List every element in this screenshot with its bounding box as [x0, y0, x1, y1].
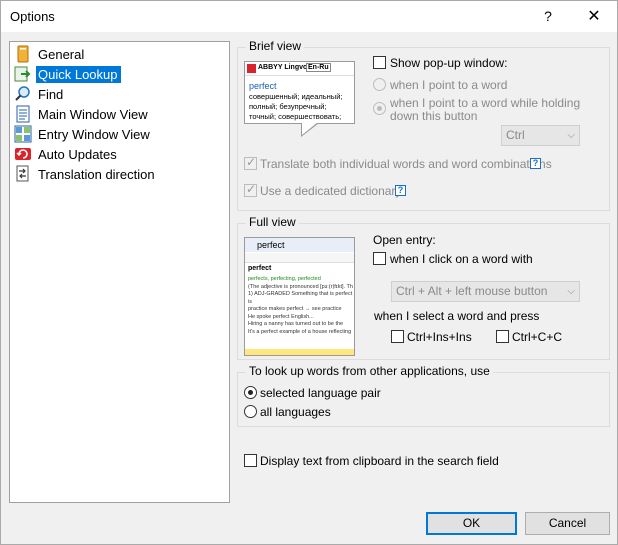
preview-brand: ABBYY Lingvo [258, 64, 308, 71]
ctrl-c-checkbox[interactable] [496, 330, 509, 343]
document-icon [16, 105, 30, 123]
preview-line-2: 1) ADJ-GRADED Something that is perfect … [248, 291, 353, 305]
preview-word: perfect [249, 81, 277, 91]
preview-tab: perfect [245, 238, 354, 252]
all-languages-label: all languages [260, 405, 331, 419]
update-icon [15, 148, 31, 160]
point-hold-label: when I point to a word while holding dow… [390, 96, 581, 123]
full-view-preview: perfect perfect perfects, perfecting, pe… [244, 237, 355, 356]
selected-pair-radio[interactable] [244, 386, 257, 399]
nav-item-auto-updates[interactable]: Auto Updates [14, 144, 224, 164]
show-popup-checkbox[interactable] [373, 56, 386, 69]
preview-tab-word: perfect [257, 240, 285, 250]
open-entry-label: Open entry: [373, 233, 436, 247]
click-combo[interactable]: Ctrl + Alt + left mouse button ⌵ [391, 281, 580, 302]
nav-item-translation-direction[interactable]: Translation direction [14, 164, 224, 184]
dedicated-dict-label: Use a dedicated dictionary [260, 184, 402, 198]
preview-lang: En-Ru [306, 63, 331, 72]
chevron-down-icon: ⌵ [567, 286, 575, 297]
category-list[interactable]: General Quick Lookup Find Main Window Vi… [9, 41, 230, 503]
nav-item-entry-window-view[interactable]: Entry Window View [14, 124, 224, 144]
brief-view-title: Brief view [246, 39, 305, 53]
preview-line-1: (The adjective is pronounced [pɜː(r)fɪkt… [248, 283, 353, 290]
general-icon [17, 45, 29, 63]
modifier-key-value: Ctrl [506, 128, 525, 142]
preview-entry-body: perfects, perfecting, perfected (The adj… [248, 276, 353, 336]
point-to-word-label: when I point to a word [390, 78, 508, 92]
preview-tail-fill [302, 122, 318, 135]
magnifier-icon [15, 86, 30, 101]
nav-label-general: General [38, 47, 85, 62]
nav-item-quick-lookup[interactable]: Quick Lookup [14, 64, 224, 84]
nav-label-translation-direction: Translation direction [38, 167, 155, 182]
window-title: Options [10, 9, 55, 24]
direction-icon [16, 165, 29, 182]
lingvo-logo-icon [247, 64, 256, 73]
translate-both-label: Translate both individual words and word… [260, 157, 552, 171]
point-to-word-radio[interactable] [373, 78, 386, 91]
dedicated-dict-checkbox[interactable] [244, 182, 257, 197]
ok-button[interactable]: OK [426, 512, 517, 535]
chevron-down-icon: ⌵ [567, 130, 575, 141]
selected-pair-label: selected language pair [260, 386, 381, 400]
preview-entry-word: perfect [248, 265, 272, 272]
translate-both-help-icon[interactable]: ? [530, 158, 541, 169]
show-popup-label: Show pop-up window: [390, 56, 508, 70]
preview-line-6: It's a perfect example of a house reflec… [248, 328, 352, 335]
nav-label-find: Find [38, 87, 64, 102]
dedicated-dict-help-icon[interactable]: ? [395, 185, 406, 196]
preview-translations: совершенный; идеальный; полный; безупреч… [249, 92, 343, 121]
quick-lookup-icon [14, 66, 31, 82]
translate-both-checkbox[interactable] [244, 155, 257, 170]
brief-view-preview: ABBYY Lingvo En-Ru perfect совершенный; … [244, 61, 355, 124]
preview-toolbar [245, 253, 354, 263]
ctrl-c-label: Ctrl+C+C [512, 330, 563, 344]
nav-label-main-window-view: Main Window View [38, 107, 148, 122]
ctrl-ins-label: Ctrl+Ins+Ins [407, 330, 472, 344]
preview-line-3: practice makes perfect → see practice [248, 306, 342, 312]
clipboard-checkbox[interactable] [244, 454, 257, 467]
title-bar: Options ? ✕ [1, 1, 617, 32]
click-word-checkbox[interactable] [373, 252, 386, 265]
nav-label-quick-lookup: Quick Lookup [36, 66, 121, 83]
lookup-other-title: To look up words from other applications… [246, 364, 493, 378]
help-button[interactable]: ? [525, 1, 571, 32]
click-combo-value: Ctrl + Alt + left mouse button [396, 284, 548, 298]
all-languages-radio[interactable] [244, 405, 257, 418]
nav-item-main-window-view[interactable]: Main Window View [14, 104, 224, 124]
preview-line-4: He spoke perfect English... [248, 313, 314, 320]
cancel-button[interactable]: Cancel [525, 512, 610, 535]
preview-header: ABBYY Lingvo En-Ru [245, 62, 354, 76]
preview-forms: perfects, perfecting, perfected [248, 276, 321, 282]
nav-item-general[interactable]: General [14, 44, 224, 64]
clipboard-label: Display text from clipboard in the searc… [260, 454, 499, 468]
nav-label-auto-updates: Auto Updates [38, 147, 117, 162]
options-dialog: Options ? ✕ General Quick Lookup Find Ma… [0, 0, 618, 545]
nav-item-find[interactable]: Find [14, 84, 224, 104]
point-hold-radio[interactable] [373, 102, 386, 115]
select-word-label: when I select a word and press [374, 309, 540, 323]
modifier-key-combo[interactable]: Ctrl ⌵ [501, 125, 580, 146]
full-view-title: Full view [246, 215, 299, 229]
nav-label-entry-window-view: Entry Window View [38, 127, 150, 142]
ctrl-ins-checkbox[interactable] [391, 330, 404, 343]
click-word-label: when I click on a word with [390, 252, 533, 266]
grid-icon [14, 125, 32, 143]
close-button[interactable]: ✕ [571, 1, 617, 32]
preview-status-bar [245, 349, 354, 355]
preview-line-5: Hiring a nanny has turned out to be the [248, 321, 344, 327]
